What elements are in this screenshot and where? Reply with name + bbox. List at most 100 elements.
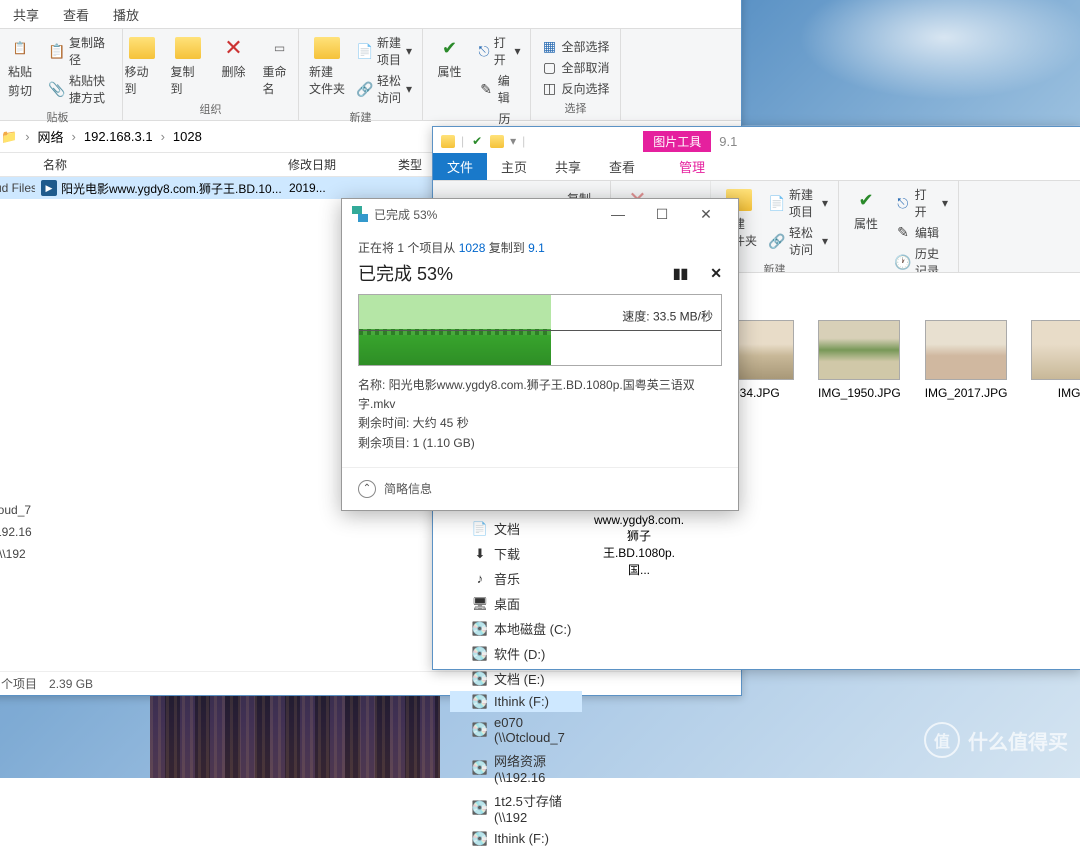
- nav-pane: 🎬视频🖼图片📄文档⬇下载♪音乐🖥桌面💽本地磁盘 (C:)💽软件 (D:)💽文档 …: [450, 466, 582, 849]
- ribbon-group-new: 新建: [350, 107, 372, 127]
- nav-item[interactable]: 💽 软件 (D:): [450, 641, 582, 666]
- chevron-right-icon[interactable]: ›: [72, 129, 76, 144]
- new-folder-button[interactable]: 新建 文件夹: [305, 33, 349, 99]
- column-date[interactable]: 修改日期: [288, 156, 398, 173]
- edit-button[interactable]: ✎编辑: [891, 223, 952, 242]
- nav-label: 下载: [494, 544, 520, 563]
- image-thumbnail[interactable]: IMG_: [1031, 320, 1080, 400]
- chevron-right-icon[interactable]: ›: [25, 129, 29, 144]
- select-none-button[interactable]: ▢全部取消: [537, 58, 613, 77]
- nav-label: 网络资源 (\\192.16: [494, 751, 578, 785]
- new-item-button[interactable]: 📄新建项目 ▾: [765, 185, 832, 221]
- tab-home[interactable]: 主页: [487, 153, 541, 180]
- image-thumbnail[interactable]: IMG_2017.JPG: [925, 320, 1008, 400]
- nav-item[interactable]: ⬇下载: [450, 541, 582, 566]
- open-button[interactable]: ⎋打开 ▾: [474, 33, 524, 69]
- paste-shortcut-button[interactable]: 📎粘贴快捷方式: [45, 71, 116, 107]
- cut-button[interactable]: 剪切: [8, 82, 32, 99]
- paste-label: 粘贴: [8, 63, 32, 80]
- nav-item[interactable]: 📄文档: [450, 516, 582, 541]
- nav-item[interactable]: 💽网络资源 (\\192.16: [450, 748, 582, 788]
- dest-link[interactable]: 9.1: [528, 241, 545, 255]
- column-name[interactable]: 名称: [0, 156, 288, 173]
- easy-access-button[interactable]: 🔗轻松访问 ▾: [765, 223, 832, 259]
- source-link[interactable]: 1028: [459, 241, 486, 255]
- open-button[interactable]: ⎋打开 ▾: [891, 185, 952, 221]
- qat-button[interactable]: ✔: [470, 134, 484, 148]
- copy-progress-dialog: 已完成 53% — ☐ ✕ 正在将 1 个项目从 1028 复制到 9.1 已完…: [341, 198, 739, 511]
- nav-item[interactable]: 💽 本地磁盘 (C:): [450, 616, 582, 641]
- edit-button[interactable]: ✎编辑: [474, 71, 524, 107]
- brief-info-toggle[interactable]: ⌃ 简略信息: [342, 467, 738, 510]
- speed-graph: 速度: 33.5 MB/秒: [358, 294, 722, 366]
- file-name: 阳光电影www.ygdy8.com.狮子王.BD.10...: [61, 180, 282, 197]
- qat-dropdown[interactable]: ▾: [510, 134, 516, 148]
- breadcrumb-network[interactable]: 网络: [38, 127, 64, 146]
- contextual-tab-picture-tools[interactable]: 图片工具: [643, 131, 711, 152]
- nav-label: Ithink (F:): [494, 694, 549, 709]
- tab-manage[interactable]: 管理: [665, 153, 719, 180]
- properties-button[interactable]: ✔属性: [428, 33, 470, 82]
- file-date: 2019...: [289, 181, 326, 195]
- history-button[interactable]: 🕐历史记录: [891, 244, 952, 273]
- nav-label: 音乐: [494, 569, 520, 588]
- photo-icon: [1031, 320, 1080, 380]
- drive-icon: 💽: [472, 672, 488, 686]
- status-item-count: 个项目: [1, 675, 37, 692]
- tab-share[interactable]: 共享: [1, 1, 51, 28]
- breadcrumb-ip[interactable]: 192.168.3.1: [84, 129, 153, 144]
- video-file-icon: ▶: [41, 180, 57, 196]
- photo-icon: [925, 320, 1007, 380]
- breadcrumb-folder[interactable]: 1028: [173, 129, 202, 144]
- qat-separator: |: [522, 134, 525, 148]
- select-all-button[interactable]: ▦全部选择: [537, 37, 613, 56]
- close-button[interactable]: ✕: [684, 200, 728, 228]
- drive-icon: 💽: [472, 647, 488, 661]
- copy-path-button[interactable]: 📋复制路径: [45, 33, 116, 69]
- paste-button[interactable]: 📋 粘贴 剪切: [0, 33, 41, 101]
- photo-icon: [818, 320, 900, 380]
- tab-share[interactable]: 共享: [541, 153, 595, 180]
- nav-label: 软件 (D:): [494, 644, 545, 663]
- copy-to-button[interactable]: 复制到: [167, 33, 209, 99]
- nav-item[interactable]: 💽Ithink (F:): [450, 691, 582, 712]
- nav-item[interactable]: 💽 Ithink (F:): [450, 828, 582, 849]
- properties-button[interactable]: ✔属性: [845, 185, 887, 234]
- nav-item[interactable]: 💽e070 (\\Otcloud_7: [450, 712, 582, 748]
- minimize-button[interactable]: —: [596, 200, 640, 228]
- tab-view[interactable]: 查看: [51, 1, 101, 28]
- cancel-button[interactable]: ✕: [710, 265, 722, 282]
- nav-label: 本地磁盘 (C:): [494, 619, 571, 638]
- easy-access-button[interactable]: 🔗轻松访问 ▾: [353, 71, 416, 107]
- dialog-titlebar[interactable]: 已完成 53% — ☐ ✕: [342, 199, 738, 229]
- drive-icon: 💽: [472, 622, 488, 636]
- maximize-button[interactable]: ☐: [640, 200, 684, 228]
- move-to-button[interactable]: 移动到: [121, 33, 163, 99]
- folder-icon: 📁: [1, 129, 17, 145]
- speed-label: 速度: 33.5 MB/秒: [622, 308, 713, 325]
- ribbon-tabs: 共享 查看 播放: [0, 1, 741, 29]
- window-titlebar[interactable]: | ✔ ▾ | 图片工具 9.1: [433, 127, 1080, 155]
- nav-item[interactable]: ♪音乐: [450, 566, 582, 591]
- tab-file[interactable]: 文件: [433, 153, 487, 180]
- tab-play[interactable]: 播放: [101, 1, 151, 28]
- chevron-right-icon[interactable]: ›: [161, 129, 165, 144]
- tab-view[interactable]: 查看: [595, 153, 649, 180]
- new-item-button[interactable]: 📄新建项目 ▾: [353, 33, 416, 69]
- nav-item[interactable]: 💽文档 (E:): [450, 666, 582, 691]
- nav-label: e070 (\\Otcloud_7: [494, 715, 578, 745]
- nav-item[interactable]: 💽1t2.5寸存储 (\\192: [450, 788, 582, 828]
- folder-icon: [490, 134, 504, 148]
- pause-button[interactable]: ▮▮: [673, 265, 688, 282]
- image-thumbnail[interactable]: IMG_1950.JPG: [818, 320, 901, 400]
- nav-label: 文档: [494, 519, 520, 538]
- delete-button[interactable]: ✕删除: [213, 33, 255, 82]
- invert-selection-button[interactable]: ◫反向选择: [537, 79, 613, 98]
- watermark-icon: 值: [924, 722, 960, 758]
- nav-item[interactable]: 🖥桌面: [450, 591, 582, 616]
- nav-label: Ithink (F:): [494, 831, 549, 846]
- ribbon: 📋 粘贴 剪切 📋复制路径 📎粘贴快捷方式 贴板 移动到 复制到 ✕删除 ▭重命…: [0, 29, 741, 121]
- rename-button[interactable]: ▭重命名: [259, 33, 301, 99]
- nav-label: 桌面: [494, 594, 520, 613]
- drive-icon: 💽: [472, 832, 488, 846]
